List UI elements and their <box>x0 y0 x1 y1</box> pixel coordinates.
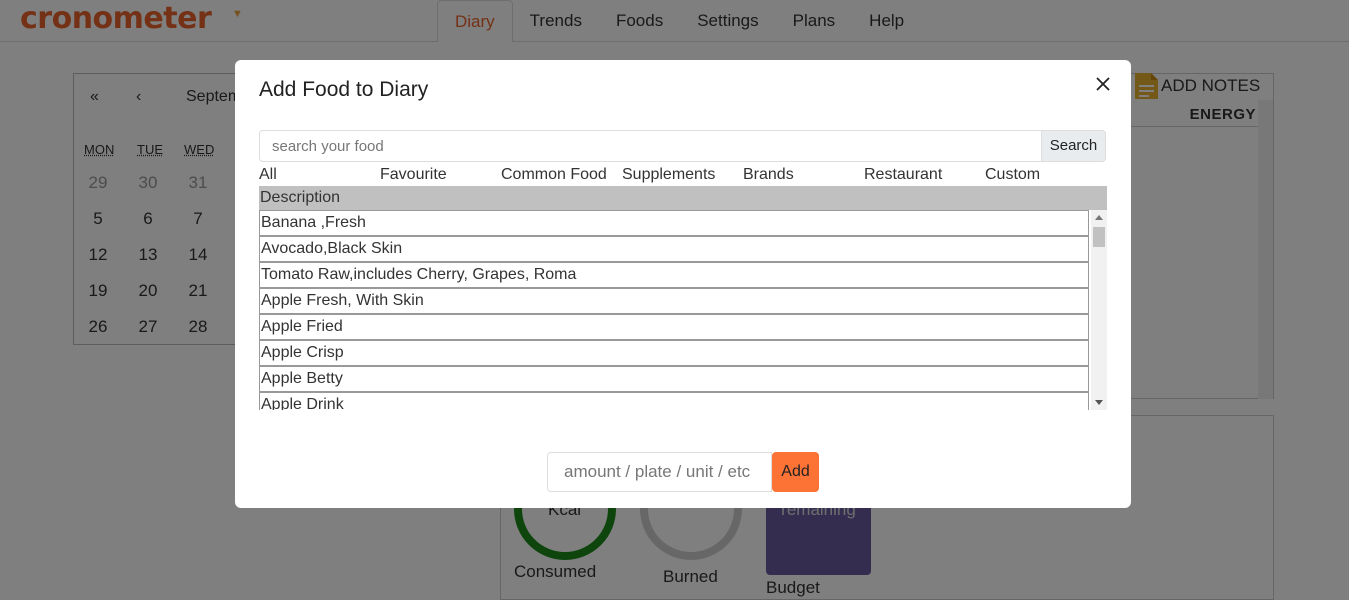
food-result-item[interactable]: Apple Crisp <box>259 340 1089 366</box>
food-result-item[interactable]: Avocado,Black Skin <box>259 236 1089 262</box>
tab-favourite[interactable]: Favourite <box>380 163 447 187</box>
scroll-up-icon[interactable] <box>1095 215 1103 220</box>
scrollbar-thumb[interactable] <box>1093 227 1105 247</box>
food-result-item[interactable]: Apple Fried <box>259 314 1089 340</box>
add-food-modal: Add Food to Diary Search All Favourite C… <box>235 60 1131 508</box>
tab-brands[interactable]: Brands <box>743 163 794 187</box>
scroll-down-icon[interactable] <box>1095 400 1103 405</box>
description-column-header: Description <box>259 186 1107 210</box>
food-search-input[interactable] <box>259 130 1042 162</box>
search-button[interactable]: Search <box>1041 130 1106 162</box>
tab-restaurant[interactable]: Restaurant <box>864 163 942 187</box>
food-result-item[interactable]: Apple Drink <box>259 392 1089 410</box>
tab-supplements[interactable]: Supplements <box>622 163 715 187</box>
tab-all[interactable]: All <box>259 163 277 187</box>
food-category-tabs: All Favourite Common Food Supplements Br… <box>259 163 1107 187</box>
modal-title: Add Food to Diary <box>259 78 429 101</box>
close-icon[interactable] <box>1093 74 1113 94</box>
tab-custom[interactable]: Custom <box>985 163 1040 187</box>
amount-input[interactable] <box>547 452 772 492</box>
food-results-list: Banana ,Fresh Avocado,Black Skin Tomato … <box>259 210 1107 410</box>
results-scrollbar[interactable] <box>1091 210 1107 410</box>
food-result-item[interactable]: Banana ,Fresh <box>259 210 1089 236</box>
add-food-button[interactable]: Add <box>772 452 819 492</box>
food-result-item[interactable]: Tomato Raw,includes Cherry, Grapes, Roma <box>259 262 1089 288</box>
tab-common-food[interactable]: Common Food <box>501 163 607 187</box>
food-result-item[interactable]: Apple Fresh, With Skin <box>259 288 1089 314</box>
food-result-item[interactable]: Apple Betty <box>259 366 1089 392</box>
